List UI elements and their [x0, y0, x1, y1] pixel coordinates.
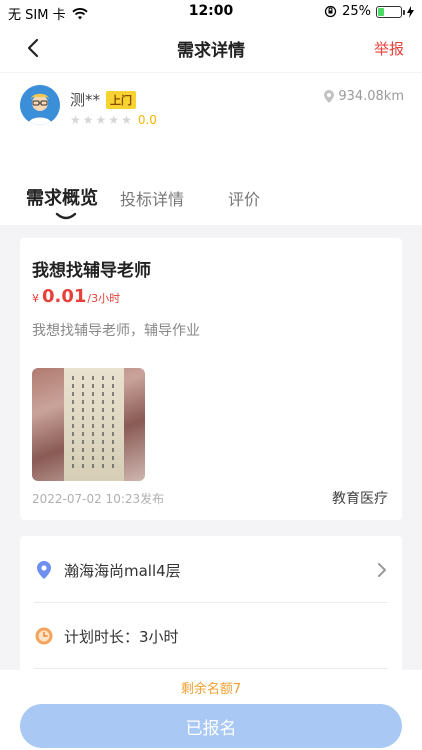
tab-bid-details[interactable]: 投标详情 [120, 186, 184, 210]
duration-row: 计划时长：3小时 [20, 606, 402, 666]
star-rating: ★ ★ ★ ★ ★ 0.0 [70, 113, 157, 127]
avatar[interactable] [20, 85, 60, 125]
tab-overview[interactable]: 需求概览 [26, 184, 98, 210]
tab-bar: 需求概览 投标详情 评价 [0, 178, 422, 224]
star-icon: ★ [121, 113, 132, 127]
divider [34, 668, 388, 669]
active-tab-indicator [55, 212, 77, 220]
price-value: 0.01 [42, 286, 87, 307]
star-icon: ★ [82, 113, 94, 127]
remaining-slots: 剩余名额7 [180, 682, 242, 697]
star-icon: ★ [95, 113, 107, 127]
location-pin-icon [324, 90, 335, 103]
battery-percent: 25% [342, 4, 371, 19]
divider [34, 602, 388, 603]
price-unit: /3小时 [87, 292, 121, 305]
username: 测** [70, 91, 101, 109]
demand-photo[interactable] [32, 368, 145, 481]
info-card: 瀚海海尚mall4层 计划时长：3小时 [20, 536, 402, 676]
location-text: 瀚海海尚mall4层 [64, 562, 181, 580]
clock-icon [35, 627, 53, 645]
nav-bar: 需求详情 举报 [0, 24, 422, 72]
enrolled-button[interactable]: 已报名 [20, 704, 402, 748]
demand-description: 我想找辅导老师，辅导作业 [32, 323, 200, 339]
location-icon [37, 561, 51, 579]
page-title: 需求详情 [177, 41, 245, 61]
charging-icon [407, 5, 414, 18]
report-button[interactable]: 举报 [374, 38, 404, 59]
username-row: 测** 上门 [70, 89, 137, 110]
price-currency: ¥ [32, 292, 39, 305]
rating-value: 0.0 [137, 113, 157, 127]
status-right: 25% [324, 4, 414, 19]
distance-value: 934.08km [338, 89, 404, 104]
orientation-lock-icon [324, 5, 337, 18]
service-badge: 上门 [106, 90, 137, 109]
posted-time: 2022-07-02 10:23发布 [32, 492, 165, 506]
star-icon: ★ [108, 113, 120, 127]
battery-icon [376, 5, 405, 18]
demand-detail-card: 我想找辅导老师 ¥ 0.01 /3小时 我想找辅导老师，辅导作业 2022-07… [20, 238, 402, 520]
chevron-right-icon [378, 563, 386, 577]
location-row[interactable]: 瀚海海尚mall4层 [20, 540, 402, 600]
tab-reviews[interactable]: 评价 [228, 186, 260, 210]
distance: 934.08km [324, 89, 404, 104]
bottom-bar: 剩余名额7 已报名 [0, 670, 422, 750]
status-bar: 无 SIM 卡 12:00 25% [0, 0, 422, 24]
price: ¥ 0.01 /3小时 [32, 286, 120, 307]
avatar-illustration [20, 85, 60, 125]
star-icon: ★ [70, 113, 81, 127]
category-label: 教育医疗 [332, 491, 388, 507]
demand-title: 我想找辅导老师 [32, 261, 151, 281]
duration-text: 计划时长：3小时 [64, 628, 179, 646]
